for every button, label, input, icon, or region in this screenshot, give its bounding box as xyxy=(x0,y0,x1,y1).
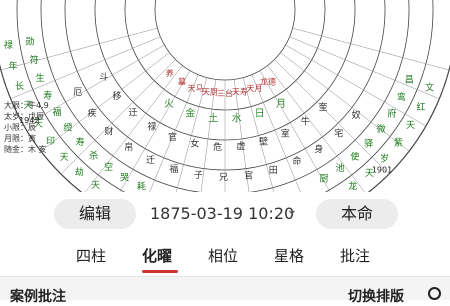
outer-star: 鸾 xyxy=(397,91,406,103)
info-row: 太岁：戊辰 xyxy=(4,112,44,121)
outer-star: 空 xyxy=(104,161,113,173)
tab-xiangwei[interactable]: 相位 xyxy=(208,245,238,266)
outer-star: 杀 xyxy=(89,149,98,161)
outer-star: 文 xyxy=(425,82,434,94)
inner-label: 虚 xyxy=(236,140,245,152)
bottom-label: 三台 xyxy=(217,88,233,98)
center-element: 月 xyxy=(276,98,286,110)
outer-star: 生 xyxy=(36,72,45,84)
date-text: 1875-03-19 10:20 xyxy=(150,204,295,223)
inner-label: 奎 xyxy=(319,101,328,113)
outer-star: 天 xyxy=(406,121,415,131)
outer-star: 符 xyxy=(30,54,39,66)
astrology-chart[interactable]: 禄年长天天印天劫天 龙天岁紫天红文勋符生寿福绶寿杀空哭耗厨池使驿微府鸾昌厄疾财帛迁… xyxy=(0,0,450,192)
tab-huayao[interactable]: 化曜 xyxy=(142,245,172,266)
inner-label: 移 xyxy=(112,90,121,102)
bottom-label: 养 xyxy=(166,68,174,78)
outer-star: 红 xyxy=(417,101,426,113)
outer-star: 绶 xyxy=(63,122,72,134)
info-panel: 大限：牛4.9 太岁：戊辰 小限：辰 月限：寅 随金：木 亥 xyxy=(4,100,49,155)
outer-star: 府 xyxy=(387,107,396,119)
center-element: 金 xyxy=(185,107,195,120)
palace-label: 田 xyxy=(269,165,278,176)
palace-label: 身 xyxy=(314,143,323,155)
bottom-label: 墓 xyxy=(178,76,186,86)
inner-label: 危 xyxy=(213,141,222,153)
palace-label: 子 xyxy=(194,170,203,181)
center-element: 水 xyxy=(232,112,242,124)
inner-label: 禄 xyxy=(147,120,156,132)
chart-ring xyxy=(154,0,296,81)
bottom-label: 天厨 xyxy=(202,88,218,97)
footer-bar: 案例批注 切换排版 xyxy=(0,277,450,305)
chart-divider xyxy=(292,27,450,71)
outer-star: 微 xyxy=(377,123,386,135)
palace-label: 奴 xyxy=(352,109,361,121)
toolbar: 编辑 1875-03-19 10:20 ⌄ 本命 xyxy=(0,196,450,232)
palace-label: 厄 xyxy=(73,87,82,98)
case-notes-title: 案例批注 xyxy=(10,289,66,305)
outer-star: 长 xyxy=(15,80,24,92)
palace-label: 兄 xyxy=(219,172,228,183)
outer-star: 勋 xyxy=(26,35,35,47)
chart-divider xyxy=(0,27,158,71)
outer-star: 池 xyxy=(335,162,344,174)
center-element: 日 xyxy=(255,109,265,120)
bottom-label: 龙德 xyxy=(260,76,276,86)
outer-star: 厨 xyxy=(319,173,328,184)
chart-divider xyxy=(289,36,440,100)
outer-star: 使 xyxy=(350,150,359,162)
palace-label: 宅 xyxy=(334,127,343,139)
palace-label: 疾 xyxy=(87,107,96,119)
active-tab-indicator xyxy=(142,270,178,273)
outer-star: 福 xyxy=(53,106,62,118)
palace-label: 福 xyxy=(169,163,178,175)
chart-divider xyxy=(60,59,176,175)
age-label: 1901 xyxy=(372,166,392,175)
inner-label: 牛 xyxy=(301,116,310,128)
outer-star: 寿 xyxy=(76,136,85,148)
chart-divider xyxy=(85,65,183,192)
outer-star: 耗 xyxy=(137,181,146,192)
chart-divider xyxy=(280,52,410,152)
center-element: 火 xyxy=(164,98,174,110)
outer-star: 禄 xyxy=(4,39,13,51)
info-row: 大限：牛4.9 xyxy=(4,101,49,110)
center-element: 土 xyxy=(208,111,218,124)
inner-label: 迁 xyxy=(129,108,138,119)
outer-star: 年 xyxy=(8,60,17,72)
palace-label: 官 xyxy=(244,169,253,181)
inner-label: 官 xyxy=(168,131,177,143)
inner-label: 室 xyxy=(281,127,290,139)
switch-layout-button[interactable]: 切换排版 xyxy=(348,286,404,306)
outer-star: 岁 xyxy=(380,152,389,164)
info-row: 随金：木 亥 xyxy=(4,145,47,154)
outer-star: 紫 xyxy=(394,137,403,148)
outer-star: 劫 xyxy=(75,166,84,178)
tab-pizhu[interactable]: 批注 xyxy=(340,245,370,266)
outer-star: 哭 xyxy=(120,173,129,184)
mode-button[interactable]: 本命 xyxy=(316,199,398,229)
outer-star: 龙 xyxy=(348,180,357,192)
outer-star: 天 xyxy=(60,153,69,163)
info-row: 月限：寅 xyxy=(4,134,36,143)
inner-label: 壁 xyxy=(259,136,268,148)
info-row: 小限：辰 xyxy=(4,123,36,132)
chevron-down-icon[interactable]: ⌄ xyxy=(286,202,298,218)
inner-label: 斗 xyxy=(99,72,108,83)
palace-label: 财 xyxy=(105,125,114,137)
edit-button[interactable]: 编辑 xyxy=(54,199,136,229)
inner-label: 女 xyxy=(190,138,199,150)
search-icon[interactable] xyxy=(428,287,441,300)
outer-star: 驿 xyxy=(364,138,373,149)
tab-sizhu[interactable]: 四柱 xyxy=(76,245,106,266)
outer-star: 天 xyxy=(91,181,100,191)
palace-label: 帛 xyxy=(124,141,133,153)
palace-label: 迁 xyxy=(146,155,155,166)
outer-star: 昌 xyxy=(405,75,414,86)
tab-bar: 四柱 化曜 相位 星格 批注 xyxy=(0,240,450,274)
palace-label: 命 xyxy=(292,155,301,167)
tab-xingge[interactable]: 星格 xyxy=(274,245,304,266)
